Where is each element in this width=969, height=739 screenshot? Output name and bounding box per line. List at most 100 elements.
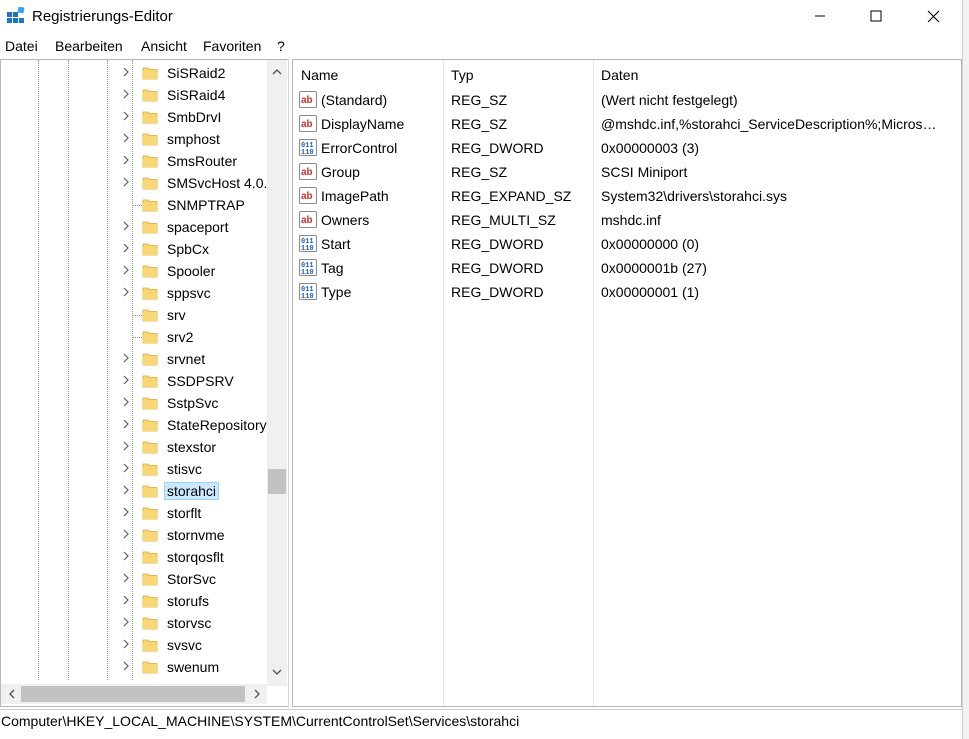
value-type: REG_DWORD xyxy=(451,140,544,156)
folder-icon xyxy=(142,198,158,212)
folder-icon xyxy=(142,88,158,102)
minimize-button[interactable] xyxy=(795,0,845,32)
scroll-left-icon[interactable] xyxy=(1,685,21,703)
tree-item[interactable]: srv2 xyxy=(1,327,266,349)
value-row[interactable]: ab Group REG_SZ SCSI Miniport xyxy=(293,160,961,184)
chevron-right-icon[interactable] xyxy=(122,418,134,432)
tree-item[interactable]: srvnet xyxy=(1,349,266,371)
tree-item[interactable]: storufs xyxy=(1,591,266,613)
chevron-right-icon[interactable] xyxy=(122,66,134,80)
chevron-right-icon[interactable] xyxy=(122,176,134,190)
values-list-pane[interactable]: Name Typ Daten ab (Standard) REG_SZ (Wert n… xyxy=(292,59,962,707)
value-row[interactable]: 011 110 ErrorControl REG_DWORD 0x00000003 (3… xyxy=(293,136,961,160)
menu-help[interactable]: ? xyxy=(277,38,285,54)
chevron-right-icon[interactable] xyxy=(122,396,134,410)
chevron-right-icon[interactable] xyxy=(122,528,134,542)
chevron-right-icon[interactable] xyxy=(122,154,134,168)
chevron-right-icon[interactable] xyxy=(122,110,134,124)
chevron-right-icon[interactable] xyxy=(122,352,134,366)
folder-icon xyxy=(142,132,158,146)
tree-item-label: storqosflt xyxy=(167,549,224,565)
tree-item[interactable]: swenum xyxy=(1,657,266,679)
scroll-up-icon[interactable] xyxy=(267,62,287,80)
chevron-right-icon[interactable] xyxy=(122,132,134,146)
chevron-right-icon[interactable] xyxy=(122,550,134,564)
tree-item-label: srv xyxy=(167,307,186,323)
svg-text:ab: ab xyxy=(301,191,313,202)
tree-item-label: SiSRaid4 xyxy=(167,87,226,103)
tree-horizontal-scrollbar[interactable] xyxy=(1,684,267,704)
value-row[interactable]: 011 110 Tag REG_DWORD 0x0000001b (27) xyxy=(293,256,961,280)
key-tree-pane[interactable]: SiSRaid2 SiSRaid4 SmbDrvI smphost SmsRouter S… xyxy=(0,59,289,707)
value-row[interactable]: ab ImagePath REG_EXPAND_SZ System32\drivers… xyxy=(293,184,961,208)
menu-ansicht[interactable]: Ansicht xyxy=(141,38,187,54)
tree-item[interactable]: SSDPSRV xyxy=(1,371,266,393)
chevron-right-icon[interactable] xyxy=(122,220,134,234)
tree-item-label: stisvc xyxy=(167,461,202,477)
column-header-type[interactable]: Typ xyxy=(451,67,474,83)
tree-item[interactable]: spaceport xyxy=(1,217,266,239)
tree-item[interactable]: Spooler xyxy=(1,261,266,283)
folder-icon xyxy=(142,462,158,476)
value-row[interactable]: ab DisplayName REG_SZ @mshdc.inf,%storahci_… xyxy=(293,112,961,136)
scroll-right-icon[interactable] xyxy=(247,685,267,703)
tree-item-label: sppsvc xyxy=(167,285,211,301)
scroll-down-icon[interactable] xyxy=(267,663,287,681)
tree-item[interactable]: SpbCx xyxy=(1,239,266,261)
chevron-right-icon[interactable] xyxy=(122,264,134,278)
value-row[interactable]: 011 110 Type REG_DWORD 0x00000001 (1) xyxy=(293,280,961,304)
menu-favoriten[interactable]: Favoriten xyxy=(203,38,261,54)
column-header-data[interactable]: Daten xyxy=(601,67,638,83)
tree-item[interactable]: storqosflt xyxy=(1,547,266,569)
chevron-right-icon[interactable] xyxy=(122,572,134,586)
value-row[interactable]: ab (Standard) REG_SZ (Wert nicht festgelegt… xyxy=(293,88,961,112)
chevron-right-icon[interactable] xyxy=(122,506,134,520)
tree-vertical-scroll-thumb[interactable] xyxy=(268,469,286,494)
chevron-right-icon[interactable] xyxy=(122,616,134,630)
tree-item[interactable]: storflt xyxy=(1,503,266,525)
column-header-name[interactable]: Name xyxy=(301,67,338,83)
tree-item[interactable]: SmbDrvI xyxy=(1,107,266,129)
tree-horizontal-scroll-thumb[interactable] xyxy=(21,686,245,702)
tree-item[interactable]: stisvc xyxy=(1,459,266,481)
value-row[interactable]: 011 110 Start REG_DWORD 0x00000000 (0) xyxy=(293,232,961,256)
tree-item[interactable]: srv xyxy=(1,305,266,327)
svg-text:ab: ab xyxy=(301,95,313,106)
chevron-right-icon[interactable] xyxy=(122,286,134,300)
tree-vertical-scrollbar[interactable] xyxy=(267,60,287,686)
tree-item-label: SstpSvc xyxy=(167,395,219,411)
chevron-right-icon[interactable] xyxy=(122,374,134,388)
tree-item[interactable]: stornvme xyxy=(1,525,266,547)
tree-item[interactable]: StateRepository xyxy=(1,415,267,437)
chevron-right-icon[interactable] xyxy=(122,638,134,652)
chevron-right-icon[interactable] xyxy=(122,88,134,102)
tree-item-label: storvsc xyxy=(167,615,212,631)
tree-item[interactable]: stexstor xyxy=(1,437,266,459)
tree-item[interactable]: SiSRaid2 xyxy=(1,63,266,85)
tree-item[interactable]: StorSvc xyxy=(1,569,266,591)
tree-item[interactable]: sppsvc xyxy=(1,283,266,305)
value-row[interactable]: ab Owners REG_MULTI_SZ mshdc.inf xyxy=(293,208,961,232)
close-button[interactable] xyxy=(908,0,958,32)
tree-item[interactable]: SMSvcHost 4.0. xyxy=(1,173,267,195)
chevron-right-icon[interactable] xyxy=(122,660,134,674)
menu-datei[interactable]: Datei xyxy=(5,38,38,54)
chevron-right-icon[interactable] xyxy=(122,462,134,476)
tree-item[interactable]: SstpSvc xyxy=(1,393,266,415)
maximize-button[interactable] xyxy=(851,0,901,32)
menu-bearbeiten[interactable]: Bearbeiten xyxy=(55,38,123,54)
tree-item-label: srv2 xyxy=(167,329,194,345)
chevron-right-icon[interactable] xyxy=(122,242,134,256)
tree-item-label: storufs xyxy=(167,593,210,609)
tree-item[interactable]: SiSRaid4 xyxy=(1,85,266,107)
chevron-right-icon[interactable] xyxy=(122,440,134,454)
window-title: Registrierungs-Editor xyxy=(32,8,173,25)
tree-item[interactable]: storahci xyxy=(1,481,266,503)
chevron-right-icon[interactable] xyxy=(122,594,134,608)
tree-item[interactable]: smphost xyxy=(1,129,266,151)
tree-item[interactable]: SmsRouter xyxy=(1,151,266,173)
tree-item[interactable]: SNMPTRAP xyxy=(1,195,266,217)
chevron-right-icon[interactable] xyxy=(122,484,134,498)
tree-item[interactable]: svsvc xyxy=(1,635,266,657)
tree-item[interactable]: storvsc xyxy=(1,613,266,635)
